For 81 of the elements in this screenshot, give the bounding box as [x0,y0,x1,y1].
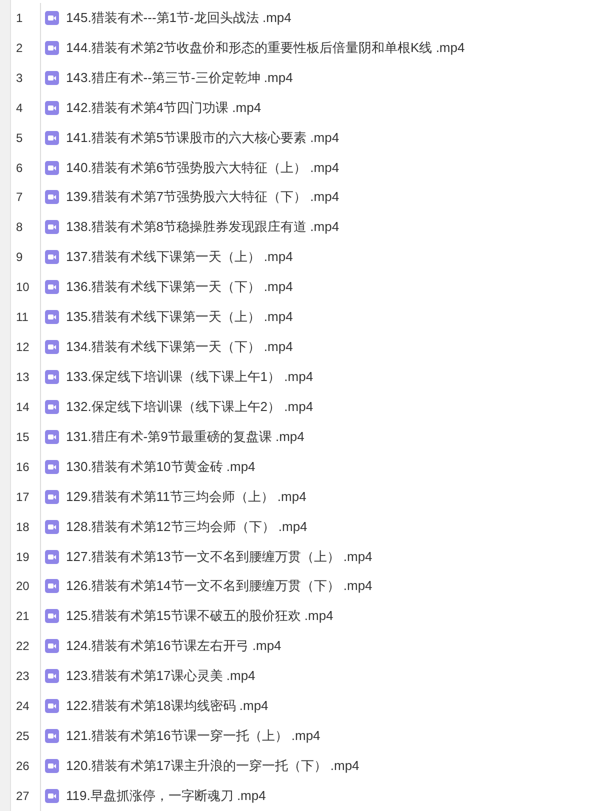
file-name[interactable]: 138.猎装有术第8节稳操胜券发现跟庄有道 .mp4 [66,218,340,236]
line-number: 13 [11,362,41,392]
video-file-icon [45,460,59,474]
line-number: 17 [11,482,41,512]
line-number: 18 [11,512,41,542]
video-file-icon [45,100,59,115]
line-number: 22 [11,631,41,662]
line-number: 1 [11,3,41,33]
line-number: 5 [11,122,41,153]
file-name[interactable]: 144.猎装有术第2节收盘价和形态的重要性板后倍量阴和单根K线 .mp4 [66,38,465,57]
line-number: 9 [11,242,41,272]
line-number: 3 [11,62,41,93]
file-name[interactable]: 124.猎装有术第16节课左右开弓 .mp4 [66,637,282,656]
file-name[interactable]: 125.猎装有术第15节课不破五的股价狂欢 .mp4 [66,607,334,626]
file-name[interactable]: 123.猎装有术第17课心灵美 .mp4 [66,667,256,686]
file-name[interactable]: 128.猎装有术第12节三均会师（下） .mp4 [66,518,308,536]
file-name[interactable]: 132.保定线下培训课（线下课上午2） .mp4 [66,398,314,416]
video-file-icon [45,639,59,654]
file-name[interactable]: 122.猎装有术第18课均线密码 .mp4 [66,697,268,716]
line-number: 2 [11,32,41,63]
video-file-icon [45,40,59,55]
line-number: 21 [11,601,41,632]
video-file-icon [45,280,59,294]
file-name[interactable]: 135.猎装有术线下课第一天（上） .mp4 [66,308,293,326]
file-name[interactable]: 134.猎装有术线下课第一天（下） .mp4 [66,338,293,356]
line-number: 19 [11,542,41,572]
video-file-icon [45,490,59,504]
file-name[interactable]: 130.猎装有术第10节黄金砖 .mp4 [66,458,256,476]
video-file-icon [45,520,59,534]
file-name[interactable]: 136.猎装有术线下课第一天（下） .mp4 [66,278,293,296]
file-name[interactable]: 143.猎庄有术--第三节-三价定乾坤 .mp4 [66,68,293,87]
video-file-icon [45,550,59,564]
file-name[interactable]: 121.猎装有术第16节课一穿一托（上） .mp4 [66,727,320,746]
video-file-icon [45,609,59,624]
line-number: 27 [11,780,41,811]
file-name[interactable]: 129.猎装有术第11节三均会师（上） .mp4 [66,488,306,506]
line-number: 10 [11,272,41,302]
video-file-icon [45,250,59,264]
file-name[interactable]: 142.猎装有术第4节四门功课 .mp4 [66,98,262,117]
line-number: 7 [11,182,41,212]
video-file-icon [45,220,59,234]
file-name[interactable]: 131.猎庄有术-第9节最重磅的复盘课 .mp4 [66,428,304,446]
line-number: 6 [11,152,41,183]
video-file-icon [45,788,59,803]
file-name[interactable]: 126.猎装有术第14节一文不名到腰缠万贯（下） .mp4 [66,577,372,596]
video-file-icon [45,699,59,714]
file-name[interactable]: 120.猎装有术第17课主升浪的一穿一托（下） .mp4 [66,757,360,775]
line-number: 15 [11,422,41,452]
line-number: 11 [11,302,41,332]
file-name[interactable]: 141.猎装有术第5节课股市的六大核心要素 .mp4 [66,128,340,147]
file-name[interactable]: 139.猎装有术第7节强势股六大特征（下） .mp4 [66,188,340,206]
line-number: 14 [11,392,41,422]
video-file-icon [45,370,59,384]
video-file-icon [45,729,59,744]
line-number: 4 [11,92,41,123]
video-file-icon [45,160,59,175]
line-number: 25 [11,721,41,752]
file-name[interactable]: 145.猎装有术---第1节-龙回头战法 .mp4 [66,8,292,27]
file-name[interactable]: 133.保定线下培训课（线下课上午1） .mp4 [66,368,314,386]
file-name[interactable]: 137.猎装有术线下课第一天（上） .mp4 [66,248,293,266]
video-file-icon [45,340,59,354]
video-file-icon [45,10,59,25]
file-name[interactable]: 140.猎装有术第6节强势股六大特征（上） .mp4 [66,158,340,177]
video-file-icon [45,759,59,773]
video-file-icon [45,400,59,414]
video-file-icon [45,190,59,204]
line-number: 8 [11,212,41,242]
video-file-icon [45,310,59,324]
file-name[interactable]: 127.猎装有术第13节一文不名到腰缠万贯（上） .mp4 [66,548,372,566]
video-file-icon [45,669,59,684]
line-number: 23 [11,661,41,692]
line-number: 24 [11,691,41,722]
line-number: 26 [11,751,41,781]
video-file-icon [45,579,59,594]
video-file-icon [45,430,59,444]
line-number: 12 [11,332,41,362]
line-number: 20 [11,572,41,602]
video-file-icon [45,130,59,145]
line-number: 16 [11,452,41,482]
video-file-icon [45,70,59,85]
file-name[interactable]: 119.早盘抓涨停，一字断魂刀 .mp4 [66,786,266,805]
